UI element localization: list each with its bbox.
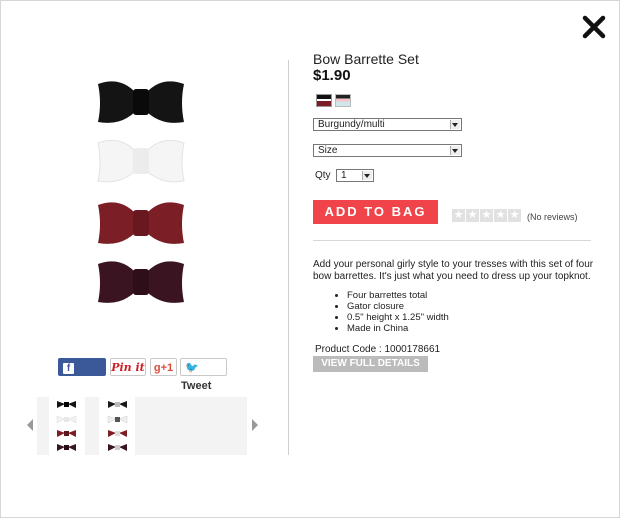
bow-burgundy bbox=[98, 202, 184, 244]
color-swatch-alt[interactable] bbox=[335, 94, 351, 107]
thumbnail-1[interactable] bbox=[49, 397, 85, 455]
chevron-down-icon bbox=[362, 171, 372, 180]
rating-stars[interactable]: ★ ★ ★ ★ ★ bbox=[452, 209, 521, 222]
pinterest-button[interactable]: Pin it bbox=[110, 358, 146, 376]
chevron-right-icon[interactable] bbox=[252, 419, 258, 431]
product-code: Product Code : 1000178661 bbox=[315, 344, 441, 355]
product-image bbox=[97, 81, 185, 303]
list-item: 0.5" height x 1.25" width bbox=[347, 312, 449, 323]
bow-plum bbox=[98, 261, 184, 303]
list-item: Made in China bbox=[347, 323, 449, 334]
qty-select[interactable]: 1 bbox=[336, 169, 374, 182]
star-icon: ★ bbox=[480, 209, 493, 222]
star-icon: ★ bbox=[452, 209, 465, 222]
chevron-down-icon bbox=[450, 120, 460, 129]
product-description: Add your personal girly style to your tr… bbox=[313, 259, 594, 282]
twitter-icon: 🐦 bbox=[185, 362, 199, 374]
star-icon: ★ bbox=[494, 209, 507, 222]
color-select[interactable]: Burgundy/multi bbox=[313, 118, 462, 131]
color-swatch-burgundy-multi[interactable] bbox=[316, 94, 332, 107]
product-price: $1.90 bbox=[313, 67, 351, 84]
add-to-bag-button[interactable]: ADD TO BAG bbox=[313, 200, 438, 224]
thumbnail-2[interactable] bbox=[99, 397, 135, 455]
chevron-left-icon[interactable] bbox=[27, 419, 33, 431]
feature-list: Four barrettes total Gator closure 0.5" … bbox=[333, 290, 449, 334]
close-icon[interactable] bbox=[582, 15, 606, 39]
size-select[interactable]: Size bbox=[313, 144, 462, 157]
facebook-icon: f bbox=[63, 363, 74, 374]
facebook-share-button[interactable]: fShare bbox=[58, 358, 106, 392]
thumbnail-carousel bbox=[37, 397, 247, 455]
divider bbox=[313, 240, 591, 241]
column-divider bbox=[288, 60, 289, 455]
bow-white bbox=[97, 139, 185, 183]
reviews-count[interactable]: (No reviews) bbox=[527, 212, 578, 222]
qty-label: Qty bbox=[315, 170, 331, 181]
view-full-details-button[interactable]: VIEW FULL DETAILS bbox=[313, 356, 428, 372]
list-item: Four barrettes total bbox=[347, 290, 449, 301]
tweet-button[interactable]: 🐦Tweet bbox=[180, 358, 227, 392]
product-title: Bow Barrette Set bbox=[313, 51, 419, 67]
google-plus-button[interactable]: g+1 bbox=[150, 358, 177, 376]
star-icon: ★ bbox=[466, 209, 479, 222]
chevron-down-icon bbox=[450, 146, 460, 155]
bow-black bbox=[98, 81, 184, 123]
list-item: Gator closure bbox=[347, 301, 449, 312]
star-icon: ★ bbox=[508, 209, 521, 222]
